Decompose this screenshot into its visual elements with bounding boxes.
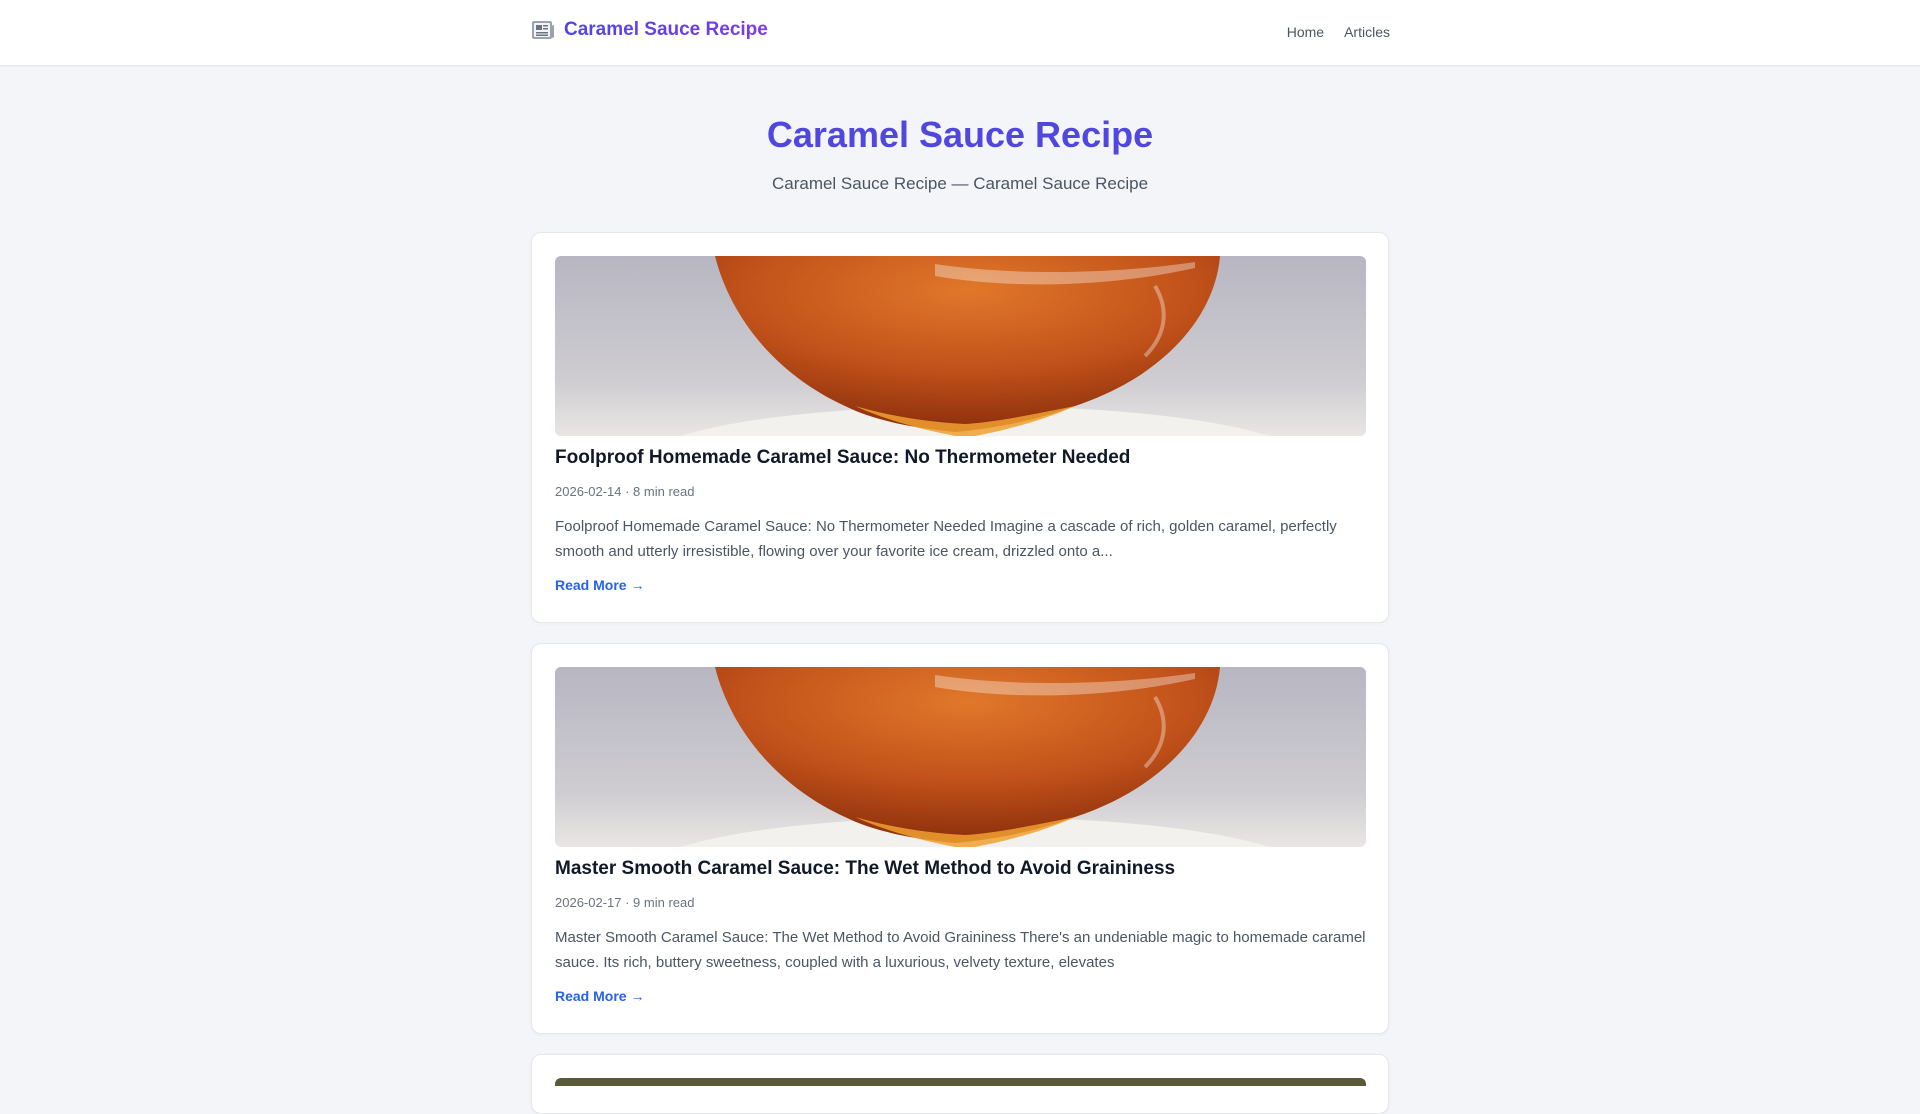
read-more-link[interactable]: Read More → (555, 988, 644, 1004)
article-meta: 2026-02-14 · 8 min read (555, 484, 695, 499)
article-card: Foolproof Homemade Caramel Sauce: No The… (531, 232, 1389, 623)
article-excerpt: Master Smooth Caramel Sauce: The Wet Met… (555, 929, 1366, 971)
brand-title: Caramel Sauce Recipe (564, 19, 768, 40)
top-navigation-bar: Caramel Sauce Recipe Home Articles (0, 0, 1920, 66)
article-image[interactable] (555, 256, 1366, 436)
brand-link[interactable]: Caramel Sauce Recipe (531, 19, 768, 41)
article-image[interactable] (555, 667, 1366, 847)
main-nav: Home Articles (1287, 24, 1390, 40)
article-card: Master Smooth Caramel Sauce: The Wet Met… (531, 643, 1389, 1034)
newspaper-icon (531, 19, 555, 41)
page-title: Caramel Sauce Recipe (766, 114, 1154, 155)
nav-articles-link[interactable]: Articles (1344, 24, 1390, 40)
article-title[interactable]: Master Smooth Caramel Sauce: The Wet Met… (555, 858, 1366, 880)
read-more-link[interactable]: Read More → (555, 577, 644, 593)
article-meta: 2026-02-17 · 9 min read (555, 895, 695, 910)
nav-home-link[interactable]: Home (1287, 24, 1324, 40)
article-card (531, 1054, 1389, 1114)
page-subtitle: Caramel Sauce Recipe — Caramel Sauce Rec… (771, 174, 1149, 193)
article-title[interactable]: Foolproof Homemade Caramel Sauce: No The… (555, 447, 1366, 469)
article-excerpt: Foolproof Homemade Caramel Sauce: No The… (555, 518, 1337, 560)
article-image[interactable] (555, 1078, 1366, 1086)
